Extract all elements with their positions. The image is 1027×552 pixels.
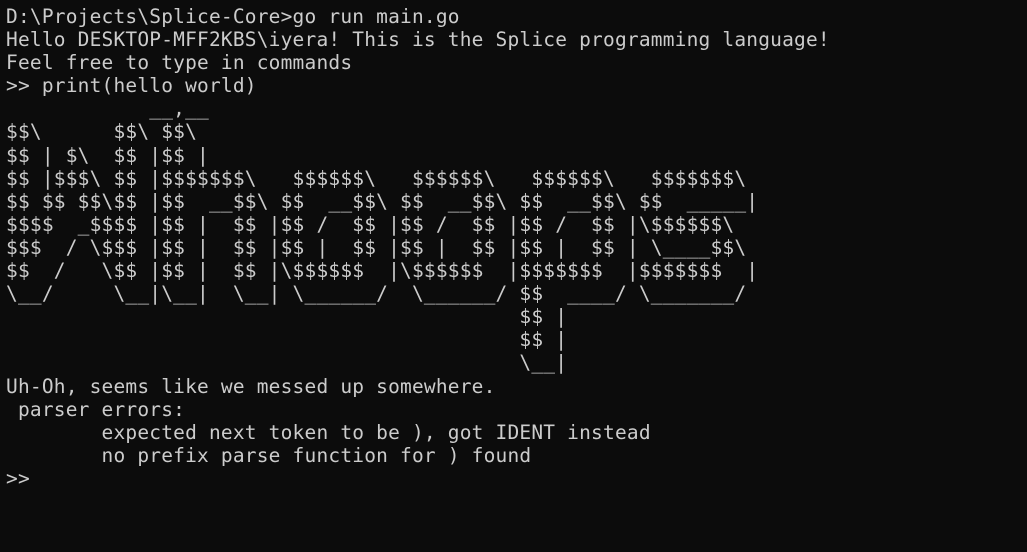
ascii-art-line: $$ | (6, 305, 568, 329)
ascii-art-line: $$ |$$$\ $$ |$$$$$$$\ $$$$$$\ $$$$$$\ $$… (6, 166, 747, 190)
ascii-art-line: $$ | $\ $$ |$$ | (6, 143, 209, 167)
terminal-window[interactable]: D:\Projects\Splice-Core>go run main.go H… (0, 0, 1027, 552)
ascii-art-line: $$ / \$$ |$$ | $$ |\$$$$$$ |\$$$$$$ |$$$… (6, 259, 759, 283)
error-message-line: no prefix parse function for ) found (6, 443, 532, 467)
command-line: D:\Projects\Splice-Core>go run main.go (6, 5, 460, 28)
ascii-art-line: $$\ $$\ $$\ (6, 120, 198, 144)
prompt: >> (6, 466, 30, 490)
ascii-art-line: __,__ (6, 97, 209, 121)
ascii-art-line: $$$ / \$$$ |$$ | $$ |$$ | $$ |$$ | $$ |$… (6, 235, 747, 259)
ascii-art-line: \__| (6, 351, 568, 375)
ascii-art-line: $$ | (6, 328, 568, 352)
info-line: Feel free to type in commands (6, 51, 353, 75)
ascii-art-line: $$ $$ $$\$$ |$$ __$$\ $$ __$$\ $$ __$$\ … (6, 189, 759, 213)
ascii-art-line: \__/ \__|\__| \__| \______/ \______/ $$ … (6, 282, 747, 306)
greeting-line: Hello DESKTOP-MFF2KBS\iyera! This is the… (6, 28, 830, 52)
error-message-line: expected next token to be ), got IDENT i… (6, 420, 651, 444)
input-echo-line: >> print(hello world) (6, 74, 257, 98)
prompt-line[interactable]: >> (6, 467, 1021, 490)
ascii-art-line: $$$$ _$$$$ |$$ | $$ |$$ / $$ |$$ / $$ |$… (6, 212, 735, 236)
parser-errors-label: parser errors: (6, 397, 186, 421)
error-heading-line: Uh-Oh, seems like we messed up somewhere… (6, 374, 496, 398)
